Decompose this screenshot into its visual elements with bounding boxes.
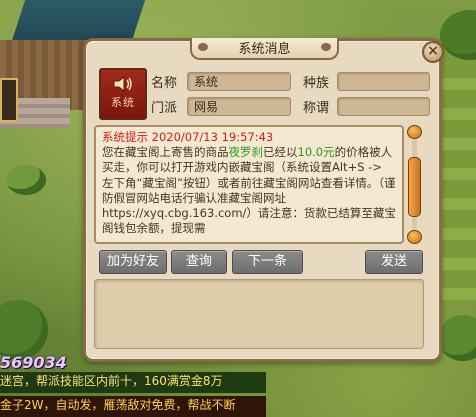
lantern (0, 78, 18, 122)
name-label: 名称 (151, 76, 178, 91)
race-label: 种族 (303, 76, 330, 91)
next-message-button[interactable]: 下一条 (232, 250, 303, 274)
chat-line: 金子2W，自动发，雁荡敌对免费，帮战不断 (0, 396, 266, 417)
ornament-icon (321, 43, 331, 51)
bush (438, 315, 476, 361)
message-part: 已经以 (263, 145, 298, 160)
message-text: 系统提示 2020/07/13 19:57:43 您在藏宝阁上寄售的商品夜罗刹已… (94, 125, 404, 244)
scroll-thumb[interactable] (408, 157, 421, 217)
scroll-up-icon[interactable] (407, 125, 422, 139)
title-field (337, 97, 430, 116)
race-field (337, 72, 430, 91)
bush (440, 10, 476, 60)
system-message-dialog: 系统消息 × 系统 名称 系统 种族 门派 网易 称谓 系统提示 2020/07… (83, 38, 444, 362)
item-name: 夜罗刹 (228, 145, 264, 160)
bush (6, 165, 46, 195)
message-scrollbar[interactable] (407, 125, 422, 244)
scroll-down-icon[interactable] (407, 230, 422, 244)
inspect-button[interactable]: 查询 (171, 250, 227, 274)
close-button[interactable]: × (422, 41, 444, 63)
bush (0, 300, 48, 360)
faction-field: 网易 (187, 97, 291, 116)
chat-line: 迷宫，帮派技能区内前十，160满赏金8万 (0, 372, 266, 393)
title-label: 称谓 (303, 101, 330, 116)
avatar-label: 系统 (111, 96, 135, 109)
ornament-icon (198, 43, 208, 51)
close-icon[interactable]: × (427, 43, 439, 59)
message-part: 您在藏宝阁上寄售的商品 (102, 145, 229, 160)
faction-label: 门派 (151, 101, 178, 116)
item-price: 10.0元 (297, 145, 335, 160)
dialog-title: 系统消息 (238, 42, 291, 57)
dialog-title-bar[interactable]: 系统消息 (190, 38, 339, 60)
avatar: 系统 (99, 68, 147, 120)
tree-trunk (436, 60, 476, 300)
name-field: 系统 (187, 72, 291, 91)
reply-input[interactable] (94, 279, 424, 349)
send-button[interactable]: 发送 (365, 250, 423, 274)
message-header: 系统提示 2020/07/13 19:57:43 (102, 130, 274, 144)
speaker-icon (113, 75, 132, 93)
add-friend-button[interactable]: 加为好友 (99, 250, 167, 274)
